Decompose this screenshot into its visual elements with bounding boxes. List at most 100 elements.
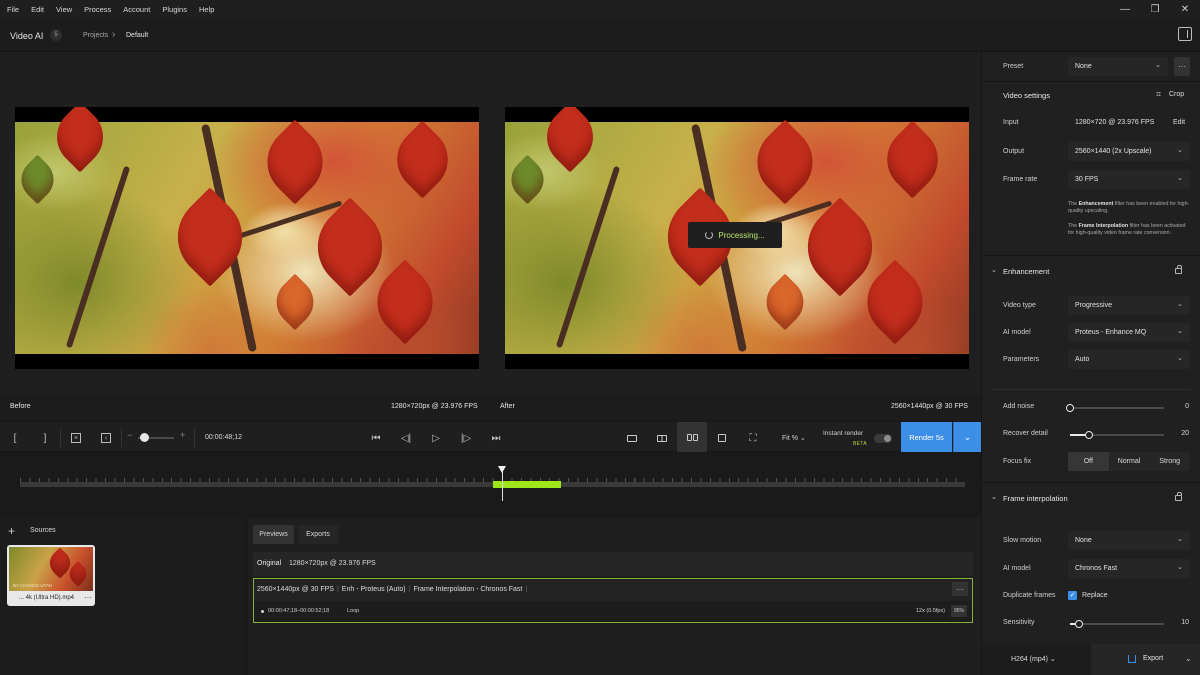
recover-detail-slider[interactable] (1070, 431, 1164, 439)
single-view-icon[interactable] (622, 428, 642, 448)
video-info-bar: Before 1280×720px @ 23.976 FPS After 256… (0, 395, 981, 421)
timeline[interactable] (0, 452, 981, 518)
restore-icon[interactable]: ❐ (1140, 0, 1170, 19)
sensitivity-slider[interactable] (1070, 620, 1164, 628)
add-noise-label: Add noise (1003, 403, 1035, 410)
spinner-icon (705, 231, 714, 239)
fit-label: Fit % (782, 435, 798, 442)
parameters-select[interactable]: Auto ⌄ (1068, 350, 1190, 369)
export-icon (1128, 655, 1136, 663)
output-preview-row[interactable]: 2560×1440px @ 30 FPS | Enh - Proteus (Auto… (253, 578, 973, 623)
export-button[interactable]: Export ⌄ (1091, 644, 1200, 675)
menu-account[interactable]: Account (117, 5, 156, 14)
chevron-down-icon: ⌄ (1177, 564, 1183, 571)
lock-icon[interactable] (1175, 492, 1182, 501)
crop-icon[interactable]: ⌗ (1156, 89, 1161, 100)
focus-strong-button[interactable]: Strong (1149, 452, 1190, 471)
frame-rate-select[interactable]: 30 FPS ⌄ (1068, 170, 1190, 189)
original-row[interactable]: Original 1280×720px @ 23.976 FPS (253, 552, 973, 576)
format-select[interactable]: H264 (mp4) ⌄ (1011, 655, 1056, 663)
fit-zoom-select[interactable]: Fit % ⌄ (782, 434, 806, 442)
slow-motion-select[interactable]: None ⌄ (1068, 531, 1190, 550)
output-select[interactable]: 2560×1440 (2x Upscale) ⌄ (1068, 142, 1190, 161)
crop-button[interactable]: Crop (1169, 91, 1184, 98)
chevron-down-icon: ⌄ (1177, 147, 1183, 154)
minimize-icon[interactable]: — (1110, 0, 1140, 19)
mark-out-button[interactable]: ] (35, 428, 55, 448)
before-video[interactable] (15, 107, 479, 369)
collapse-chevron-icon[interactable]: ⌄ (991, 493, 997, 501)
zoom-in-icon[interactable]: + (180, 430, 185, 440)
add-noise-slider[interactable] (1066, 404, 1164, 412)
step-forward-icon[interactable]: |▷ (456, 428, 476, 448)
focus-off-button[interactable]: Off (1068, 452, 1109, 471)
after-info: 2560×1440px @ 30 FPS (891, 403, 968, 410)
output-more-icon[interactable]: ··· (952, 582, 968, 596)
source-card[interactable]: BY CHANCE UTAH ... 4k (Ultra HD).mp4 ··· (7, 545, 95, 606)
lock-icon[interactable] (1175, 265, 1182, 274)
mark-in-button[interactable]: [ (5, 428, 25, 448)
instant-render-label: Instant render (823, 430, 864, 437)
recover-detail-value: 20 (1181, 430, 1189, 437)
preview-range[interactable] (493, 481, 561, 488)
go-to-mark-icon[interactable]: ‹ (96, 428, 116, 448)
side-by-side-icon[interactable] (677, 422, 707, 452)
clear-marks-icon[interactable]: × (66, 428, 86, 448)
before-info: 1280×720px @ 23.976 FPS (391, 403, 478, 410)
zoom-slider-knob[interactable] (140, 433, 149, 442)
step-back-icon[interactable]: ◁| (396, 428, 416, 448)
preset-select[interactable]: None ⌄ (1068, 57, 1168, 76)
menu-plugins[interactable]: Plugins (156, 5, 193, 14)
menu-file[interactable]: File (0, 5, 25, 14)
video-type-select[interactable]: Progressive ⌄ (1068, 296, 1190, 315)
stacked-view-icon[interactable] (712, 428, 732, 448)
render-button[interactable]: Render 5s (901, 422, 952, 452)
ai-model-select[interactable]: Proteus - Enhance MQ ⌄ (1068, 323, 1190, 342)
collapse-chevron-icon[interactable]: ⌄ (991, 266, 997, 274)
replace-checkbox[interactable]: ✓ (1068, 591, 1077, 600)
app-header: Video AI 5 Projects › Default (0, 19, 1200, 52)
fullscreen-icon[interactable]: ⛶ (743, 428, 763, 448)
loop-label[interactable]: Loop (347, 608, 359, 614)
menu-view[interactable]: View (50, 5, 78, 14)
input-value: 1280×720 @ 23.976 FPS (1075, 119, 1155, 126)
add-source-icon[interactable]: + (8, 524, 15, 538)
enhancement-title[interactable]: Enhancement (1003, 267, 1049, 276)
chevron-right-icon: › (112, 29, 116, 40)
input-label: Input (1003, 119, 1019, 126)
panel-toggle-icon[interactable] (1178, 27, 1192, 41)
playhead-line[interactable] (502, 469, 503, 501)
tab-previews[interactable]: Previews (253, 525, 294, 544)
output-label: Output (1003, 148, 1025, 155)
instant-render-toggle[interactable] (874, 434, 892, 443)
breadcrumb-projects[interactable]: Projects (83, 32, 108, 39)
preset-more-icon[interactable]: ··· (1174, 57, 1190, 76)
original-info: 1280×720px @ 23.976 FPS (289, 560, 376, 567)
skip-to-end-icon[interactable]: ⏭ (486, 428, 506, 448)
fi-ai-model-select[interactable]: Chronos Fast ⌄ (1068, 559, 1190, 578)
tab-exports[interactable]: Exports (298, 525, 338, 544)
split-view-icon[interactable] (652, 428, 672, 448)
source-more-icon[interactable]: ··· (84, 593, 92, 602)
input-edit-button[interactable]: Edit (1173, 119, 1185, 126)
zoom-out-icon[interactable]: − (127, 430, 132, 440)
play-icon[interactable]: ▷ (426, 428, 446, 448)
chevron-down-icon: ⌄ (1177, 175, 1183, 182)
playhead-icon[interactable] (498, 466, 506, 473)
frame-interpolation-title[interactable]: Frame interpolation (1003, 494, 1068, 503)
recover-detail-knob[interactable] (1084, 431, 1093, 439)
replace-label[interactable]: Replace (1082, 592, 1108, 599)
previews-panel: Previews Exports Original 1280×720px @ 2… (248, 518, 981, 675)
close-icon[interactable]: ✕ (1170, 0, 1200, 19)
menu-edit[interactable]: Edit (25, 5, 50, 14)
add-noise-knob[interactable] (1066, 404, 1074, 412)
chevron-down-icon: ⌄ (1049, 656, 1056, 663)
export-options-chevron-icon[interactable]: ⌄ (1185, 654, 1192, 663)
menu-help[interactable]: Help (193, 5, 220, 14)
focus-normal-button[interactable]: Normal (1109, 452, 1150, 471)
skip-to-start-icon[interactable]: ⏮ (366, 428, 386, 448)
menu-process[interactable]: Process (78, 5, 117, 14)
render-options-chevron-icon[interactable]: ⌄ (953, 422, 981, 452)
preset-value: None (1075, 63, 1092, 70)
sensitivity-knob[interactable] (1075, 620, 1084, 628)
